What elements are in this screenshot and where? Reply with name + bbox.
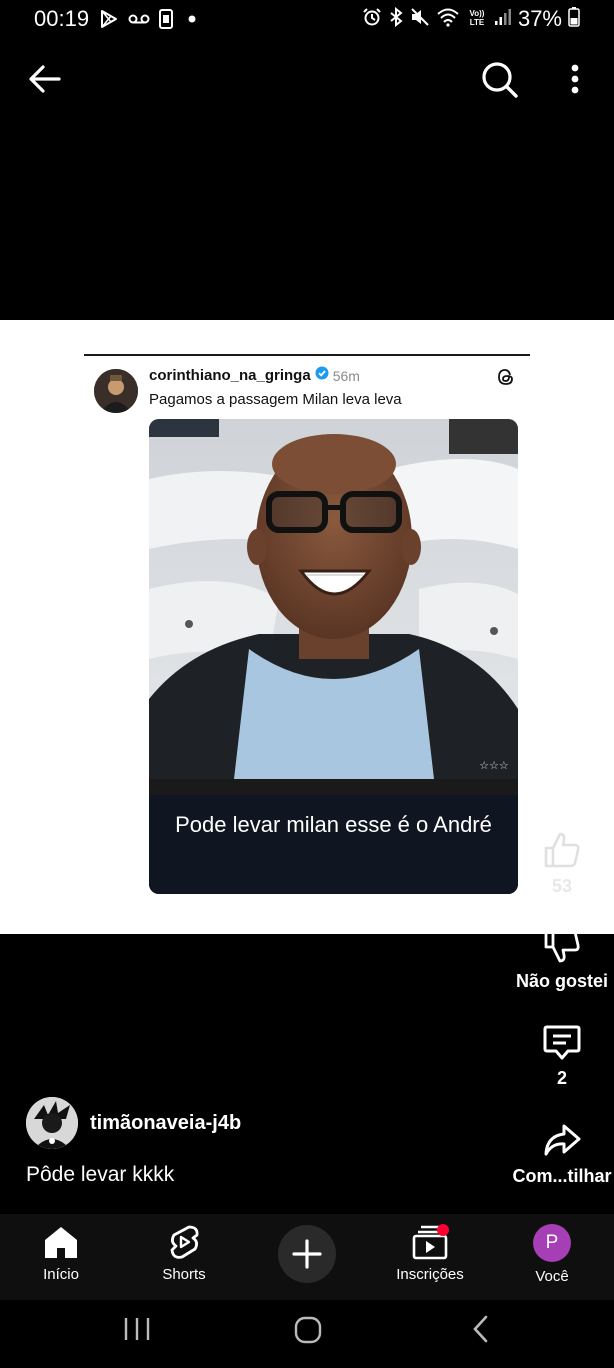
share-icon — [544, 1124, 581, 1156]
nav-shorts[interactable]: Shorts — [129, 1224, 239, 1283]
post-photo: ☆☆☆ Pode levar milan esse é o André — [149, 419, 518, 894]
play-store-icon — [99, 9, 119, 34]
system-back-button[interactable] — [470, 1315, 492, 1348]
svg-text:LTE: LTE — [470, 18, 485, 27]
search-icon — [482, 62, 518, 98]
post-header: corinthiano_na_gringa 56m — [149, 366, 360, 385]
home-icon — [45, 1227, 77, 1258]
home-circle-icon — [294, 1316, 322, 1344]
channel-avatar[interactable] — [26, 1097, 78, 1149]
system-navigation — [0, 1300, 614, 1368]
svg-text:☆☆☆: ☆☆☆ — [479, 759, 509, 772]
battery-percent: 37% — [517, 6, 562, 31]
verified-badge-icon — [315, 366, 329, 385]
plus-icon — [292, 1239, 322, 1269]
nav-shorts-label: Shorts — [162, 1266, 206, 1283]
like-count: 53 — [551, 876, 573, 896]
thumbs-down-icon — [544, 927, 580, 963]
volte-icon: Vo)) LTE — [466, 7, 488, 32]
bluetooth-icon — [388, 6, 404, 32]
comment-icon — [543, 1025, 581, 1060]
thumbs-up-icon — [544, 832, 580, 868]
sim-icon — [159, 9, 173, 34]
post-avatar — [94, 369, 138, 413]
like-button[interactable]: 53 — [510, 830, 614, 897]
subscriptions-icon — [412, 1224, 449, 1260]
nav-subscriptions-label: Inscrições — [396, 1266, 464, 1283]
alarm-icon — [362, 7, 382, 32]
post-divider — [84, 354, 530, 356]
back-arrow-icon — [29, 65, 61, 93]
dislike-label: Não gostei — [515, 971, 608, 991]
comments-button[interactable]: 2 — [510, 1022, 614, 1089]
meme-caption: Pode levar milan esse é o André — [175, 812, 492, 837]
threads-icon — [496, 367, 516, 387]
short-title[interactable]: Pôde levar kkkk — [26, 1163, 174, 1187]
back-chevron-icon — [473, 1315, 488, 1343]
avatar-icon: P — [533, 1224, 571, 1262]
status-right-icons: Vo)) LTE 37% — [362, 6, 580, 32]
notification-dot — [437, 1224, 449, 1236]
more-options-button[interactable] — [560, 60, 590, 98]
nav-you-label: Você — [535, 1268, 569, 1285]
nav-subscriptions[interactable]: Inscrições — [375, 1224, 485, 1283]
nav-home[interactable]: Início — [6, 1224, 116, 1283]
back-button[interactable] — [26, 60, 64, 98]
recents-icon — [124, 1318, 150, 1340]
channel-name[interactable]: timãonaveia-j4b — [90, 1112, 241, 1135]
more-vertical-icon — [571, 64, 579, 94]
svg-text:Vo)): Vo)) — [469, 9, 484, 18]
mute-icon — [410, 7, 430, 32]
status-left-icons — [99, 9, 202, 34]
dislike-button[interactable]: Não gostei — [510, 925, 614, 992]
system-home-button[interactable] — [294, 1316, 322, 1349]
recents-button[interactable] — [122, 1316, 152, 1347]
status-bar: 00:19 Vo)) LTE 37% — [0, 0, 614, 40]
nav-home-label: Início — [43, 1266, 79, 1283]
comment-count: 2 — [556, 1068, 567, 1088]
post-username: corinthiano_na_gringa — [149, 367, 311, 384]
shorts-icon — [170, 1225, 199, 1259]
bottom-navigation: Início Shorts Inscrições P Você — [0, 1214, 614, 1300]
channel-row[interactable]: timãonaveia-j4b — [26, 1097, 241, 1149]
battery-icon — [568, 6, 580, 32]
search-button[interactable] — [478, 58, 520, 100]
wifi-icon — [436, 7, 460, 32]
create-button[interactable] — [278, 1225, 336, 1283]
share-button[interactable]: Com...tilhar — [510, 1120, 614, 1187]
dot-icon — [182, 9, 202, 34]
signal-icon — [494, 7, 512, 32]
status-time: 00:19 — [34, 6, 90, 31]
post-time: 56m — [332, 367, 360, 384]
nav-you[interactable]: P Você — [497, 1224, 607, 1285]
post-caption: Pagamos a passagem Milan leva leva — [149, 391, 402, 408]
share-label: Com...tilhar — [512, 1166, 612, 1186]
youtube-shorts-screen: 00:19 Vo)) LTE 37% corinthiano_na_gringa… — [0, 0, 614, 1368]
voicemail-icon — [128, 12, 150, 31]
